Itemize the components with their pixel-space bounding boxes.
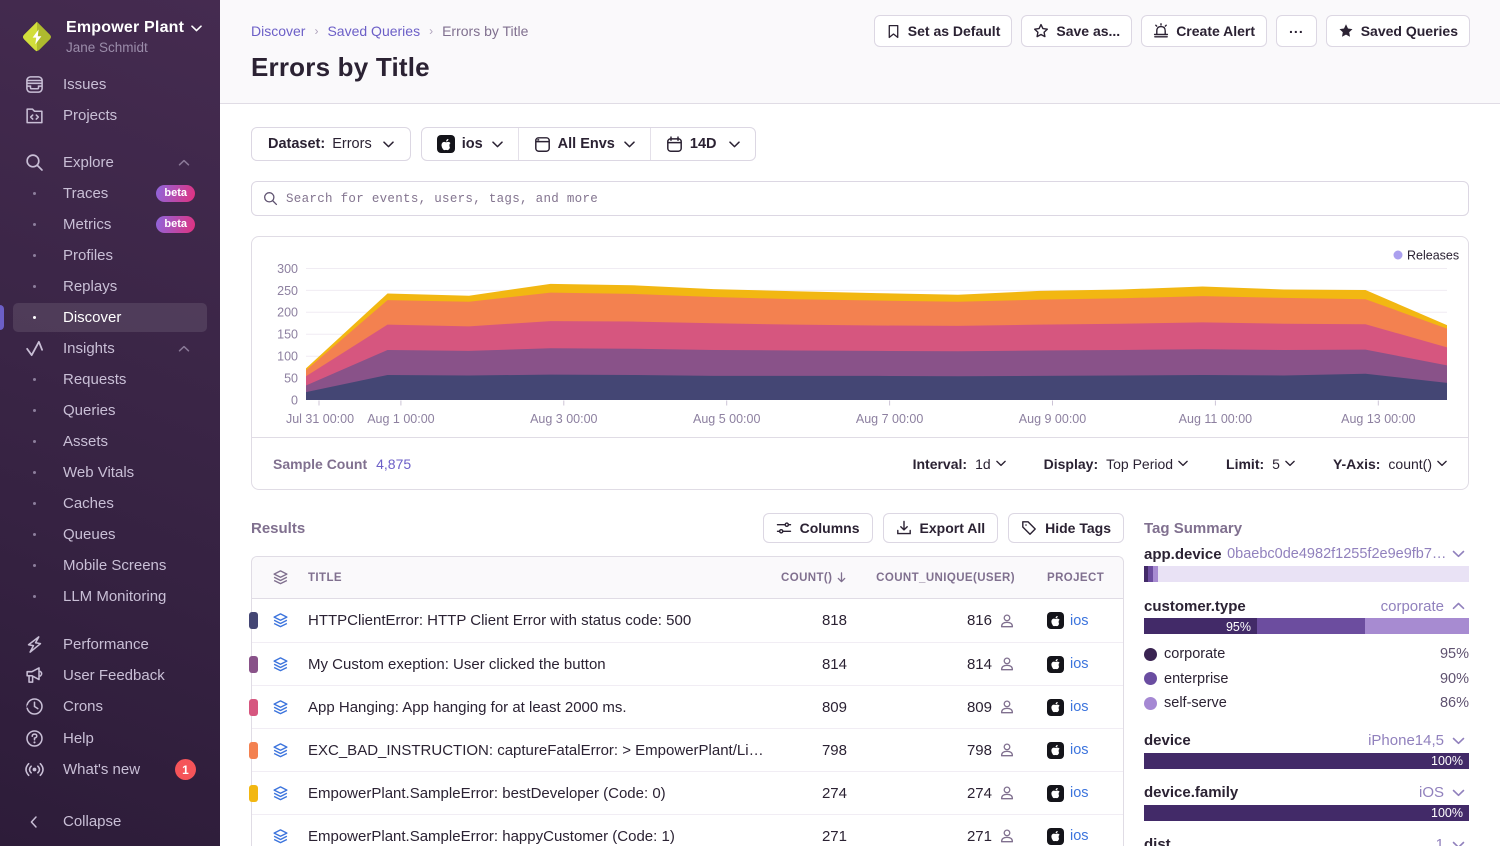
svg-text:200: 200	[277, 306, 298, 320]
svg-text:Aug 5 00:00: Aug 5 00:00	[693, 412, 760, 426]
svg-text:100: 100	[277, 350, 298, 364]
svg-text:300: 300	[277, 262, 298, 276]
svg-text:Aug 11 00:00: Aug 11 00:00	[1179, 412, 1252, 426]
svg-text:0: 0	[291, 394, 298, 408]
svg-text:Aug 13 00:00: Aug 13 00:00	[1341, 412, 1415, 426]
svg-text:Aug 3 00:00: Aug 3 00:00	[530, 412, 597, 426]
svg-text:Releases: Releases	[1407, 249, 1459, 263]
svg-text:50: 50	[284, 372, 298, 386]
svg-text:Aug 7 00:00: Aug 7 00:00	[856, 412, 923, 426]
svg-text:250: 250	[277, 284, 298, 298]
svg-text:Aug 9 00:00: Aug 9 00:00	[1019, 412, 1086, 426]
svg-text:Aug 1 00:00: Aug 1 00:00	[367, 412, 434, 426]
svg-text:150: 150	[277, 328, 298, 342]
svg-text:Jul 31 00:00: Jul 31 00:00	[286, 412, 354, 426]
